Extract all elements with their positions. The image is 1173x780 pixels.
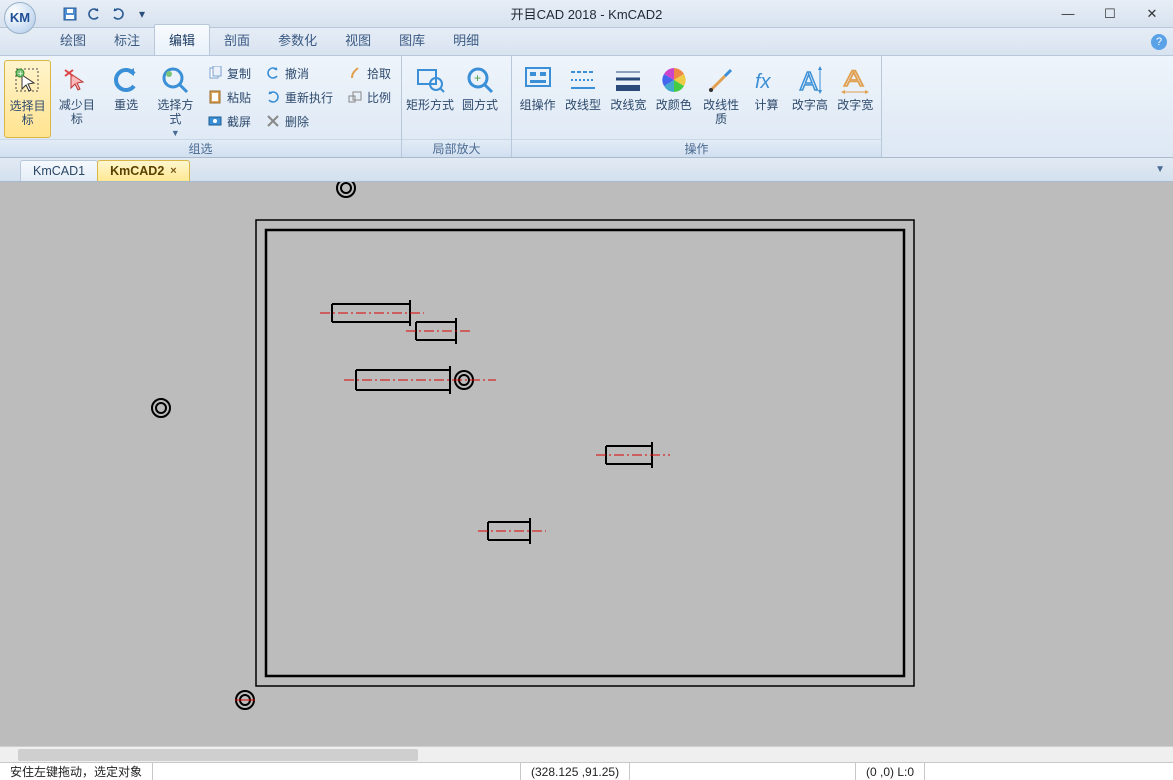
doc-tab-2[interactable]: KmCAD2× <box>97 160 190 181</box>
delete-icon <box>265 113 281 129</box>
qat-redo-icon[interactable] <box>108 4 128 24</box>
svg-text:fx: fx <box>755 71 772 93</box>
select-mode-button[interactable]: 选择方式 ▼ <box>152 60 199 138</box>
delete-button[interactable]: 删除 <box>261 110 337 132</box>
svg-text:A: A <box>800 66 818 96</box>
line-width-icon <box>612 64 644 96</box>
paste-button[interactable]: 粘贴 <box>203 86 255 108</box>
app-menu-button[interactable]: KM <box>4 2 36 34</box>
tabs-dropdown-icon[interactable]: ▼ <box>1155 164 1165 175</box>
line-style-icon <box>567 64 599 96</box>
text-height-icon: A <box>794 64 826 96</box>
reselect-button[interactable]: 重选 <box>103 60 150 138</box>
zoom-rect-icon <box>414 64 446 96</box>
close-button[interactable]: ✕ <box>1131 3 1173 25</box>
qat-undo-icon[interactable] <box>84 4 104 24</box>
scale-button[interactable]: 比例 <box>343 86 395 108</box>
menu-edit[interactable]: 编辑 <box>154 24 210 55</box>
line-width-button[interactable]: 改线宽 <box>607 60 650 138</box>
line-props-button[interactable]: 改线性质 <box>698 60 745 138</box>
menu-detail[interactable]: 明细 <box>439 25 493 55</box>
chevron-down-icon: ▼ <box>171 128 180 138</box>
reselect-icon <box>110 64 142 96</box>
zoom-rect-button[interactable]: 矩形方式 <box>406 60 454 138</box>
qat-dropdown-icon[interactable]: ▾ <box>132 4 152 24</box>
text-width-icon: A <box>839 64 871 96</box>
select-mode-icon <box>159 64 191 96</box>
group-label: 组选 <box>0 139 401 157</box>
status-layer: (0 ,0) L:0 <box>855 763 925 780</box>
paste-icon <box>207 89 223 105</box>
screenshot-button[interactable]: 截屏 <box>203 110 255 132</box>
group-op-icon <box>522 64 554 96</box>
line-style-button[interactable]: 改线型 <box>561 60 604 138</box>
decrease-target-button[interactable]: 减少目标 <box>53 60 100 138</box>
screenshot-icon <box>207 113 223 129</box>
statusbar: 安住左键拖动，选定对象 (328.125 ,91.25) (0 ,0) L:0 <box>0 762 1173 780</box>
scale-icon <box>347 89 363 105</box>
menu-library[interactable]: 图库 <box>385 25 439 55</box>
select-target-icon: + <box>12 65 44 97</box>
color-icon <box>658 64 690 96</box>
undo-button[interactable]: 撤消 <box>261 62 337 84</box>
decrease-target-icon <box>61 64 93 96</box>
menu-view[interactable]: 视图 <box>331 25 385 55</box>
menu-section[interactable]: 剖面 <box>210 25 264 55</box>
menu-draw[interactable]: 绘图 <box>46 25 100 55</box>
text-width-button[interactable]: A 改字宽 <box>834 60 877 138</box>
status-coord: (328.125 ,91.25) <box>520 763 630 780</box>
menubar: 绘图 标注 编辑 剖面 参数化 视图 图库 明细 ? <box>0 28 1173 56</box>
doc-tab-1[interactable]: KmCAD1 <box>20 160 98 181</box>
maximize-button[interactable]: ☐ <box>1089 3 1131 25</box>
pick-button[interactable]: 拾取 <box>343 62 395 84</box>
svg-text:+: + <box>18 69 23 78</box>
text-height-button[interactable]: A 改字高 <box>788 60 831 138</box>
group-op-button[interactable]: 组操作 <box>516 60 559 138</box>
zoom-circle-button[interactable]: + 圆方式 <box>456 60 504 138</box>
svg-text:+: + <box>474 71 481 85</box>
document-tabs: KmCAD1 KmCAD2× ▼ <box>0 158 1173 182</box>
group-label: 局部放大 <box>402 139 511 157</box>
calculate-icon: fx <box>751 64 783 96</box>
status-hint: 安住左键拖动，选定对象 <box>0 763 153 780</box>
quick-access-toolbar: ▾ <box>36 4 158 24</box>
ribbon: + 选择目标 减少目标 重选 选择方式 ▼ <box>0 56 1173 158</box>
group-label: 操作 <box>512 139 881 157</box>
close-tab-icon[interactable]: × <box>170 165 176 177</box>
redo-button[interactable]: 重新执行 <box>261 86 337 108</box>
minimize-button[interactable]: — <box>1047 3 1089 25</box>
copy-icon <box>207 65 223 81</box>
pick-icon <box>347 65 363 81</box>
redo-icon <box>265 89 281 105</box>
select-target-button[interactable]: + 选择目标 <box>4 60 51 138</box>
help-icon[interactable]: ? <box>1151 34 1167 50</box>
line-props-icon <box>705 64 737 96</box>
copy-button[interactable]: 复制 <box>203 62 255 84</box>
window-title: 开目CAD 2018 - KmCAD2 <box>511 4 663 23</box>
qat-save-icon[interactable] <box>60 4 80 24</box>
svg-text:A: A <box>845 67 864 91</box>
zoom-circle-icon: + <box>464 64 496 96</box>
horizontal-scrollbar[interactable] <box>0 746 1173 762</box>
menu-parametric[interactable]: 参数化 <box>264 25 331 55</box>
ribbon-group-ops: 组操作 改线型 改线宽 改颜色 改线性质 fx 计算 <box>512 56 882 157</box>
ribbon-group-select: + 选择目标 减少目标 重选 选择方式 ▼ <box>0 56 402 157</box>
menu-annotate[interactable]: 标注 <box>100 25 154 55</box>
calculate-button[interactable]: fx 计算 <box>747 60 786 138</box>
ribbon-group-zoom: 矩形方式 + 圆方式 局部放大 <box>402 56 512 157</box>
drawing-canvas[interactable] <box>0 182 1173 762</box>
color-button[interactable]: 改颜色 <box>652 60 695 138</box>
undo-icon <box>265 65 281 81</box>
